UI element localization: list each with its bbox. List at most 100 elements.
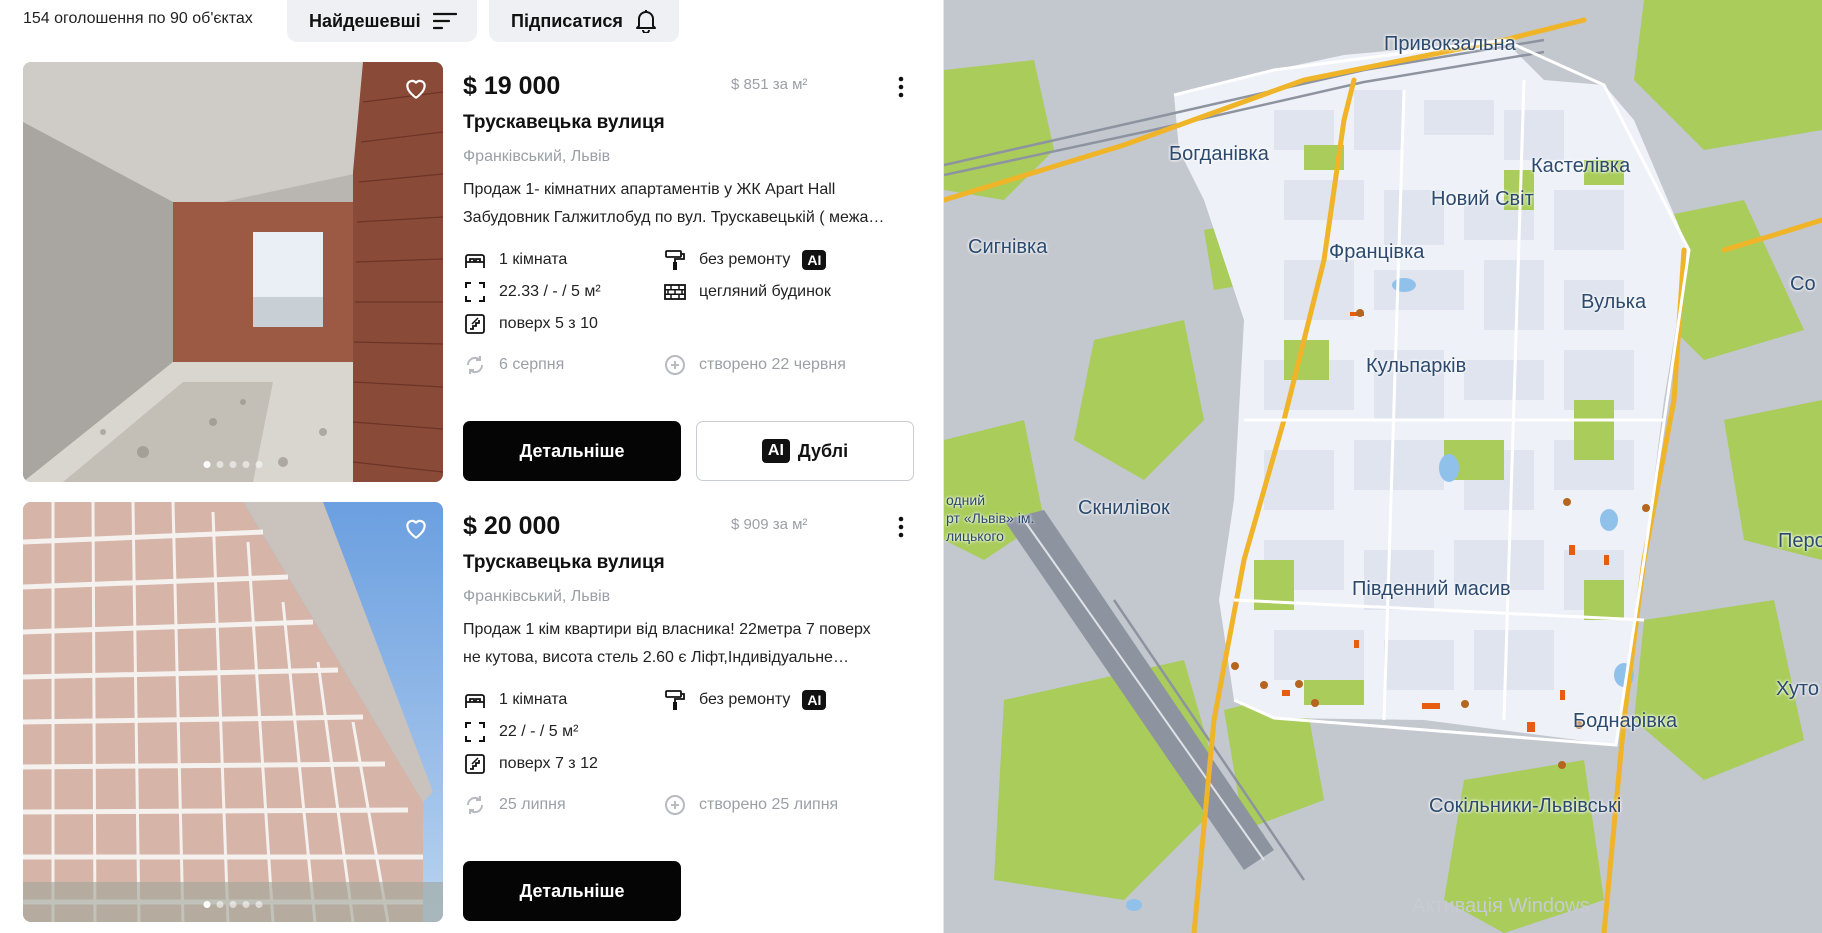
building-feature: цегляний будинок bbox=[663, 280, 831, 304]
map-label-edge-pers: Перс bbox=[1778, 530, 1822, 552]
sort-button[interactable]: Найдешевші bbox=[287, 0, 477, 42]
area-label: 22.33 / - / 5 м² bbox=[499, 283, 601, 300]
windows-activation-watermark: Активація Windows bbox=[1412, 895, 1590, 917]
rooms-label: 1 кімната bbox=[499, 691, 568, 708]
bell-icon bbox=[635, 10, 656, 33]
listing-card[interactable]: $ 19 000 $ 851 за м² Трускавецька вулиця… bbox=[23, 62, 923, 482]
price-per-sqm: $ 909 за м² bbox=[731, 516, 808, 533]
map-label-novyi-svit: Новий Світ bbox=[1431, 188, 1534, 210]
floor-label: поверх 7 з 12 bbox=[499, 755, 598, 772]
created-label: створено 22 червня bbox=[699, 356, 846, 373]
listing-district: Франківський, Львів bbox=[463, 148, 611, 165]
description-line: Продаж 1- кімнатних апартаментів у ЖК Ap… bbox=[463, 181, 836, 198]
area-label: 22 / - / 5 м² bbox=[499, 723, 579, 740]
bed-icon bbox=[465, 694, 485, 708]
map-label-kulparkiv: Кульпарків bbox=[1366, 355, 1467, 377]
rooms-feature: 1 кімната bbox=[463, 688, 567, 712]
description-line: Продаж 1 кім квартири від власника! 22ме… bbox=[463, 621, 871, 638]
renovation-label: без ремонту bbox=[699, 251, 791, 268]
listings-panel: 154 оголошення по 90 об'єктах Найдешевші… bbox=[0, 0, 943, 933]
building-photo bbox=[23, 502, 443, 922]
duplicates-button[interactable]: AI Дублі bbox=[696, 421, 914, 481]
listing-price: $ 19 000 bbox=[463, 72, 561, 100]
price-per-sqm: $ 851 за м² bbox=[731, 76, 808, 93]
map-label-airport-3: лицького bbox=[946, 528, 1004, 544]
sort-label: Найдешевші bbox=[309, 10, 421, 31]
paint-roller-icon bbox=[665, 690, 685, 710]
listing-card[interactable]: $ 20 000 $ 909 за м² Трускавецька вулиця… bbox=[23, 502, 923, 922]
stairs-icon bbox=[465, 754, 485, 774]
duplicates-label: Дублі bbox=[797, 440, 849, 461]
rooms-feature: 1 кімната bbox=[463, 248, 567, 272]
floor-feature: поверх 5 з 10 bbox=[463, 312, 598, 336]
stairs-icon bbox=[465, 314, 485, 334]
listing-description: Продаж 1- кімнатних апартаментів у ЖК Ap… bbox=[463, 176, 915, 232]
subscribe-label: Підписатися bbox=[511, 10, 623, 31]
description-line: Забудовник Галжитлобуд по вул. Трускавец… bbox=[463, 209, 885, 226]
listing-district: Франківський, Львів bbox=[463, 588, 611, 605]
refresh-icon bbox=[466, 356, 484, 374]
ai-badge: AI bbox=[802, 690, 827, 710]
ai-badge: AI bbox=[802, 250, 827, 270]
plus-circle-icon bbox=[665, 355, 685, 375]
sort-icon bbox=[432, 12, 457, 30]
floor-feature: поверх 7 з 12 bbox=[463, 752, 598, 776]
photo-pagination[interactable] bbox=[203, 901, 263, 908]
details-button[interactable]: Детальніше bbox=[463, 421, 681, 481]
map-label-bohdanivka: Богданівка bbox=[1169, 143, 1269, 165]
favorite-icon[interactable] bbox=[403, 76, 429, 102]
updated-date: 25 липня bbox=[463, 793, 566, 817]
updated-label: 6 серпня bbox=[499, 356, 565, 373]
map-label-airport-1: одний bbox=[946, 492, 986, 508]
map-label-vulka: Вулька bbox=[1581, 291, 1647, 313]
area-feature: 22 / - / 5 м² bbox=[463, 720, 578, 744]
listings-toolbar: 154 оголошення по 90 об'єктах Найдешевші… bbox=[0, 0, 943, 46]
map-label-sokilnyky: Сокільники-Львівські bbox=[1429, 795, 1622, 817]
subscribe-button[interactable]: Підписатися bbox=[489, 0, 679, 42]
description-line: не кутова, висота стель 2.60 є Ліфт,Інди… bbox=[463, 649, 849, 666]
listing-street[interactable]: Трускавецька вулиця bbox=[463, 112, 665, 134]
map-label-pivdennyi: Південний масив bbox=[1352, 578, 1511, 600]
plus-circle-icon bbox=[665, 795, 685, 815]
listing-photo[interactable] bbox=[23, 62, 443, 482]
listing-price: $ 20 000 bbox=[463, 512, 561, 540]
map-label-edge-khu: Хуто bbox=[1776, 678, 1819, 700]
interior-photo bbox=[23, 62, 443, 482]
more-options-icon[interactable] bbox=[893, 74, 909, 100]
results-count: 154 оголошення по 90 об'єктах bbox=[23, 10, 253, 27]
map-label-bodnarivka: Боднарівка bbox=[1573, 710, 1678, 732]
renovation-feature: без ремонту AI bbox=[663, 248, 827, 272]
details-button[interactable]: Детальніше bbox=[463, 861, 681, 921]
map-view[interactable]: Привокзальна Богданівка Кастелівка Новий… bbox=[944, 0, 1822, 933]
paint-roller-icon bbox=[665, 250, 685, 270]
listing-description: Продаж 1 кім квартири від власника! 22ме… bbox=[463, 616, 915, 672]
refresh-icon bbox=[466, 796, 484, 814]
favorite-icon[interactable] bbox=[403, 516, 429, 542]
listing-info: $ 20 000 $ 909 за м² Трускавецька вулиця… bbox=[463, 502, 923, 922]
renovation-label: без ремонту bbox=[699, 691, 791, 708]
listing-photo[interactable] bbox=[23, 502, 443, 922]
map-label-kastelivka: Кастелівка bbox=[1531, 155, 1631, 177]
map-label-sknyliv: Скнилівок bbox=[1078, 497, 1170, 519]
city-map[interactable] bbox=[944, 0, 1822, 933]
listing-street[interactable]: Трускавецька вулиця bbox=[463, 552, 665, 574]
created-date: створено 25 липня bbox=[663, 793, 838, 817]
floor-label: поверх 5 з 10 bbox=[499, 315, 598, 332]
renovation-feature: без ремонту AI bbox=[663, 688, 827, 712]
updated-date: 6 серпня bbox=[463, 353, 564, 377]
building-label: цегляний будинок bbox=[699, 283, 831, 300]
rooms-label: 1 кімната bbox=[499, 251, 568, 268]
photo-pagination[interactable] bbox=[203, 461, 263, 468]
created-label: створено 25 липня bbox=[699, 796, 839, 813]
map-label-edge-so: Со bbox=[1790, 273, 1816, 295]
listing-info: $ 19 000 $ 851 за м² Трускавецька вулиця… bbox=[463, 62, 923, 482]
updated-label: 25 липня bbox=[499, 796, 566, 813]
created-date: створено 22 червня bbox=[663, 353, 846, 377]
map-label-frantsivka: Франців­ка bbox=[1329, 241, 1425, 263]
more-options-icon[interactable] bbox=[893, 514, 909, 540]
area-feature: 22.33 / - / 5 м² bbox=[463, 280, 601, 304]
area-icon bbox=[465, 282, 485, 302]
bed-icon bbox=[465, 254, 485, 268]
ai-badge: AI bbox=[761, 439, 790, 463]
map-label-pryvokzalna: Привокзальна bbox=[1384, 33, 1516, 55]
